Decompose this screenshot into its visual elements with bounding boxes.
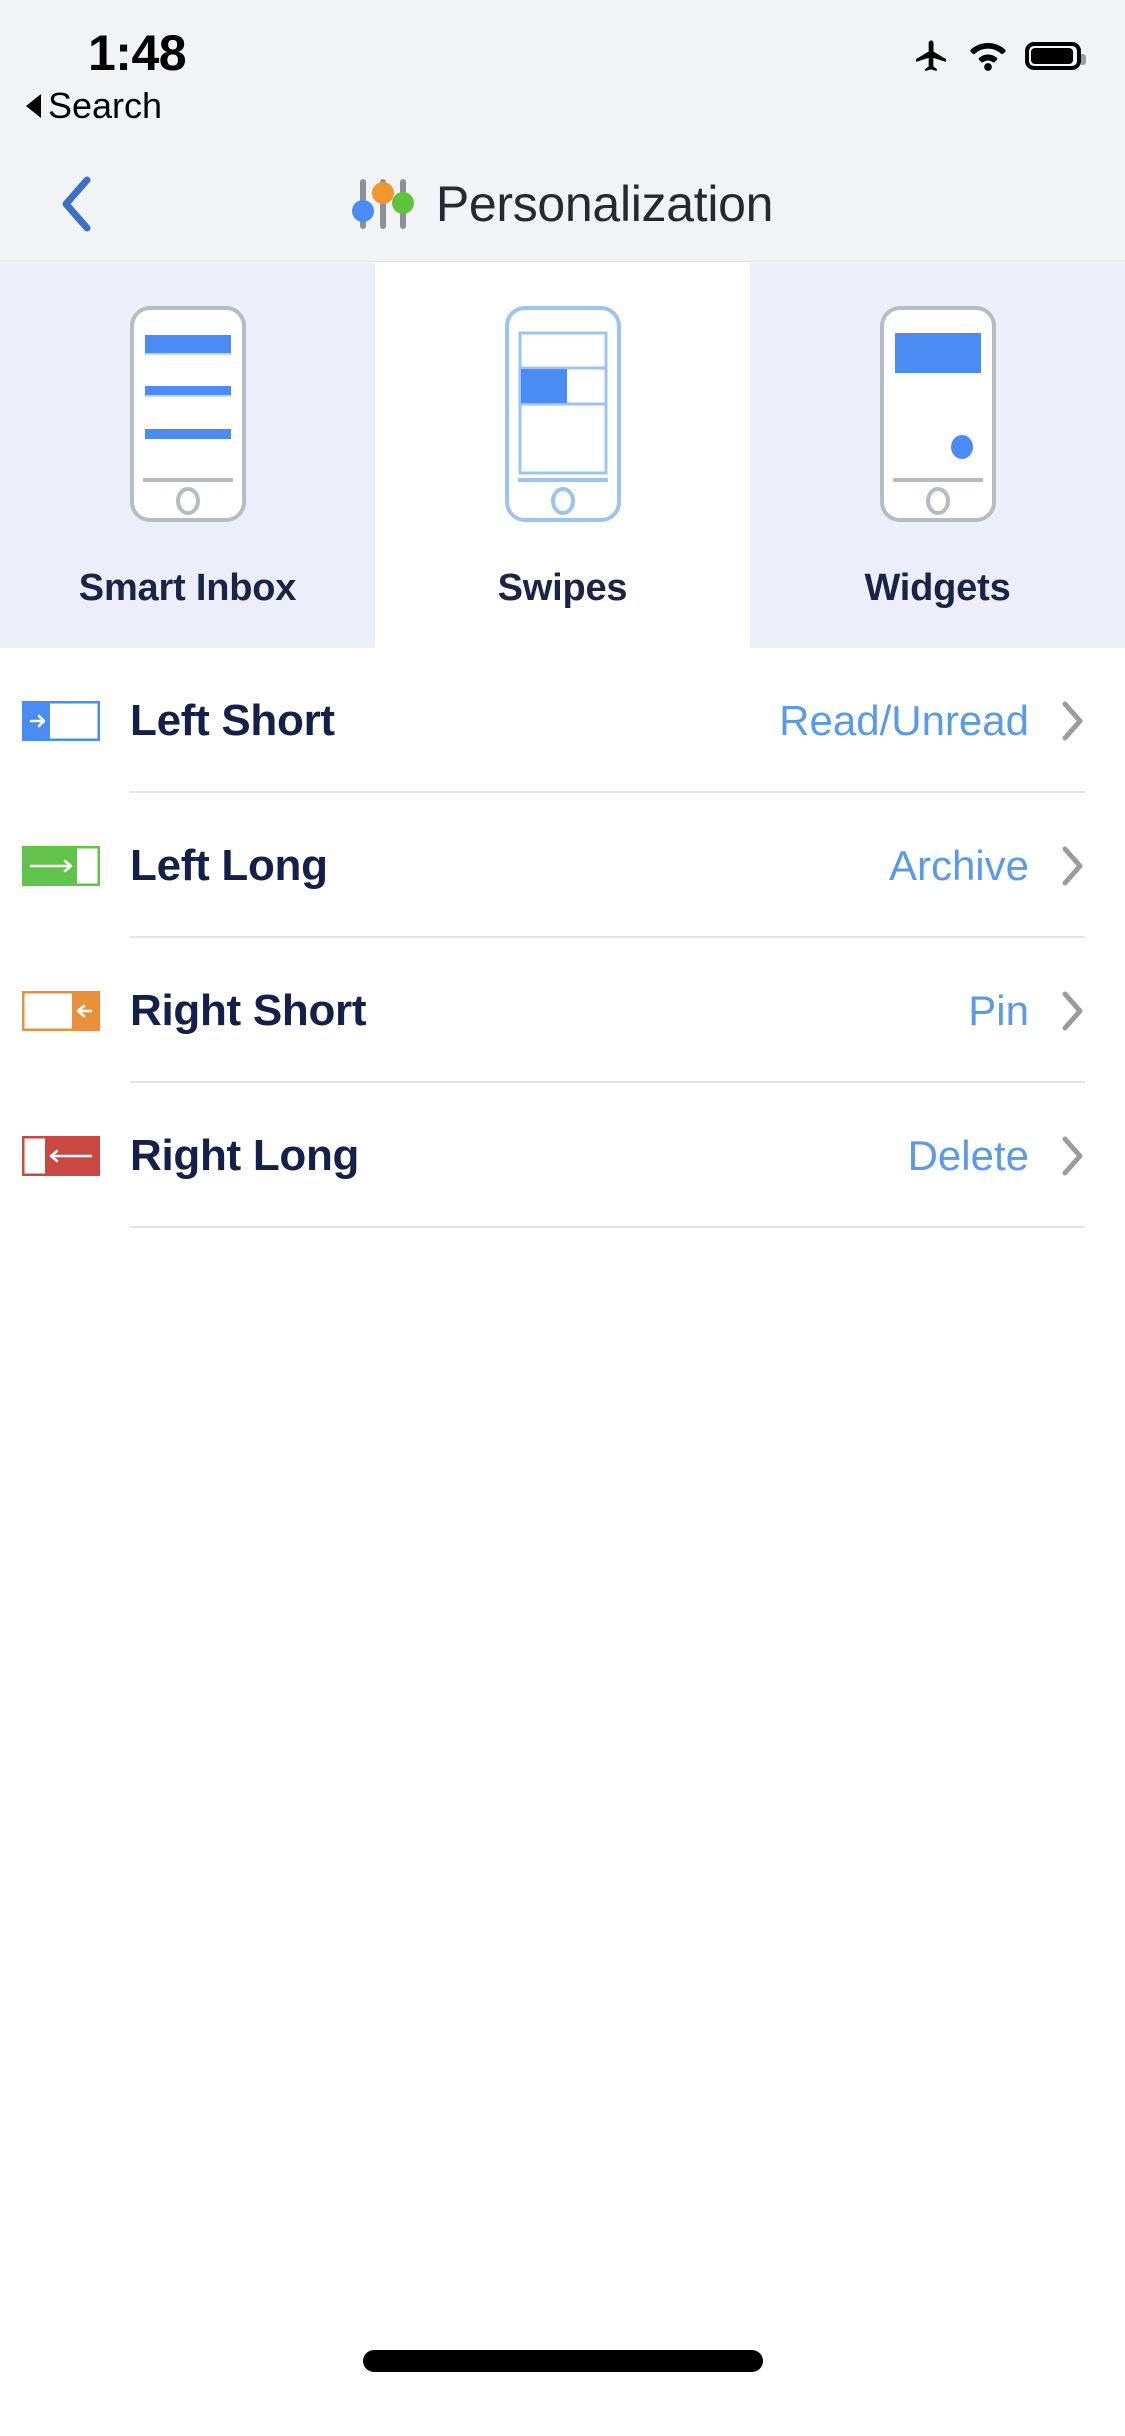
- tab-label-swipes: Swipes: [497, 567, 628, 609]
- navigation-title-group: Personalization: [0, 145, 1125, 262]
- disclosure-chevron[interactable]: [1061, 1135, 1085, 1177]
- swipe-row-icon-left-long: [22, 845, 100, 886]
- app-screen: 1:48 Search Personalization Smart Inbox …: [0, 0, 1125, 2436]
- swipe-row-title: Right Short: [130, 985, 367, 1035]
- swipe-left-short-icon: [22, 700, 100, 741]
- phone-smart-inbox-icon: [129, 306, 246, 522]
- swipe-row-value: Pin: [968, 986, 1029, 1034]
- battery-fill: [1031, 48, 1073, 64]
- home-indicator[interactable]: [362, 2350, 763, 2372]
- swipe-left-long-icon: [22, 845, 100, 886]
- chevron-right-icon: [1062, 701, 1083, 740]
- disclosure-chevron[interactable]: [1061, 845, 1085, 887]
- status-bar-back-label: Search: [48, 85, 163, 126]
- wifi-icon: [970, 42, 1006, 71]
- swipe-row-right-long[interactable]: Right Long Delete: [0, 1083, 1125, 1228]
- status-bar-back-to-search[interactable]: Search: [26, 85, 162, 127]
- airplane-mode-icon: [916, 40, 946, 71]
- phone-widgets-icon: [879, 306, 996, 522]
- swipe-right-short-icon: [22, 990, 100, 1031]
- tab-smart-inbox[interactable]: Smart Inbox: [0, 263, 375, 648]
- triangle-left-icon: [26, 94, 41, 118]
- swipe-row-title: Left Long: [130, 840, 328, 890]
- swipe-row-title: Right Long: [130, 1130, 360, 1180]
- tab-label-smart-inbox: Smart Inbox: [78, 567, 297, 609]
- swipe-row-left-long[interactable]: Left Long Archive: [0, 793, 1125, 938]
- page-title: Personalization: [435, 175, 774, 232]
- status-bar-time: 1:48: [88, 25, 187, 81]
- disclosure-chevron[interactable]: [1061, 990, 1085, 1032]
- status-bar: 1:48 Search: [0, 0, 1125, 145]
- navigation-bar: Personalization: [0, 145, 1125, 262]
- chevron-right-icon: [1062, 1136, 1083, 1175]
- swipe-row-right-short[interactable]: Right Short Pin: [0, 938, 1125, 1083]
- swipe-row-icon-right-short: [22, 990, 100, 1031]
- swipe-row-value: Delete: [907, 1131, 1029, 1179]
- personalization-tabs: Smart Inbox Swipes Widgets: [0, 263, 1125, 648]
- swipe-row-value: Archive: [888, 841, 1029, 889]
- swipe-right-long-icon: [22, 1135, 100, 1176]
- tab-label-widgets: Widgets: [864, 567, 1011, 609]
- sliders-icon: [351, 178, 414, 229]
- disclosure-chevron[interactable]: [1061, 700, 1085, 742]
- phone-swipes-icon: [504, 306, 621, 522]
- swipe-row-icon-left-short: [22, 700, 100, 741]
- swipe-settings-list: Left Short Read/Unread Left Long Archive: [0, 648, 1125, 1228]
- battery-icon: [1025, 42, 1086, 70]
- chevron-right-icon: [1062, 991, 1083, 1030]
- swipe-row-icon-right-long: [22, 1135, 100, 1176]
- swipe-row-left-short[interactable]: Left Short Read/Unread: [0, 648, 1125, 793]
- row-separator: [130, 1226, 1085, 1228]
- swipe-row-value: Read/Unread: [779, 696, 1029, 744]
- tab-widgets[interactable]: Widgets: [750, 263, 1125, 648]
- swipe-row-title: Left Short: [130, 695, 335, 745]
- tab-swipes[interactable]: Swipes: [375, 263, 750, 648]
- chevron-right-icon: [1062, 846, 1083, 885]
- status-bar-indicators: [911, 36, 1086, 76]
